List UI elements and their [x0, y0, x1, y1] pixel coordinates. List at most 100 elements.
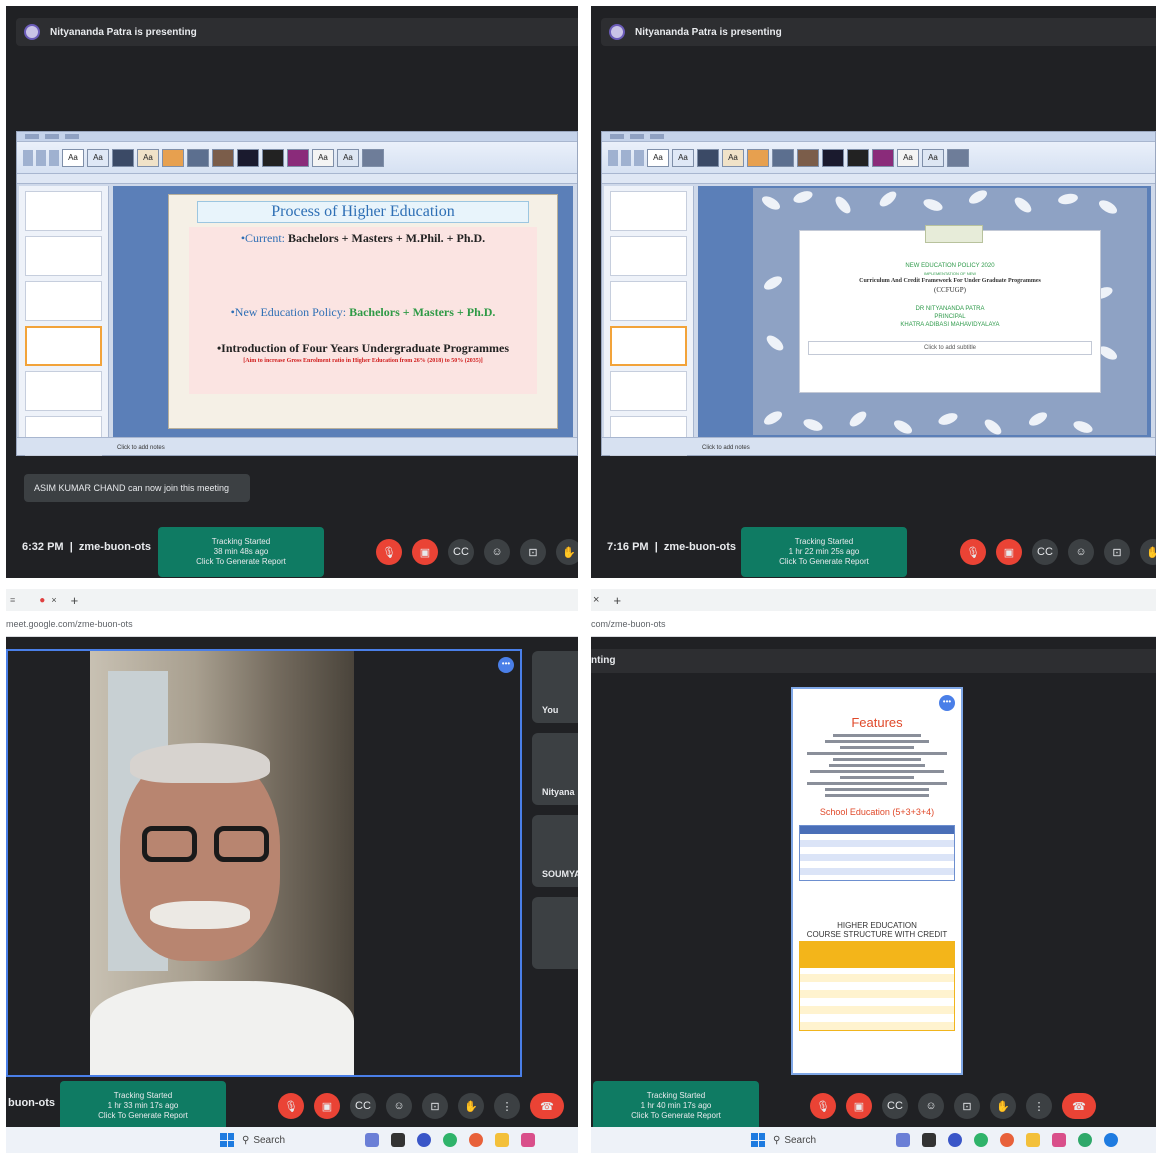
ppt-quick-access: [602, 132, 1155, 142]
presenter-avatar: [609, 24, 625, 40]
more-vert-icon[interactable]: ⋮: [494, 1093, 520, 1119]
taskbar-app-icon[interactable]: [974, 1133, 989, 1147]
tracking-report-button[interactable]: Tracking Started 1 hr 33 min 17s ago Click…: [60, 1081, 226, 1131]
taskbar-app-icon[interactable]: [1026, 1133, 1041, 1147]
mic-off-icon[interactable]: 🎙: [278, 1093, 304, 1119]
present-screen-icon[interactable]: ⊡: [520, 539, 546, 565]
ppt-notes-placeholder[interactable]: Click to add notes: [117, 445, 165, 451]
tile-options-icon[interactable]: •••: [498, 657, 514, 673]
end-call-icon[interactable]: ☎: [1062, 1093, 1096, 1119]
taskbar-app-icon[interactable]: [521, 1133, 536, 1147]
windows-start-icon[interactable]: [751, 1133, 765, 1147]
doc-heading-features: Features: [851, 715, 903, 730]
ppt-notes-placeholder[interactable]: Click to add notes: [702, 445, 750, 451]
present-screen-icon[interactable]: ⊡: [422, 1093, 448, 1119]
windows-start-icon[interactable]: [220, 1133, 234, 1147]
emoji-icon[interactable]: ☺: [484, 539, 510, 565]
participant-tile-4[interactable]: [532, 897, 578, 969]
presenter-text: Nityananda Patra is presenting: [50, 26, 197, 38]
search-icon[interactable]: ⚲: [242, 1135, 249, 1146]
taskbar-app-icon[interactable]: [1000, 1133, 1015, 1147]
taskbar-app-icon[interactable]: [1052, 1133, 1067, 1147]
taskbar-app-icon[interactable]: [1104, 1133, 1119, 1147]
mic-off-icon[interactable]: 🎙: [810, 1093, 836, 1119]
camera-off-icon[interactable]: ▣: [412, 539, 438, 565]
present-screen-icon[interactable]: ⊡: [1104, 539, 1130, 565]
camera-off-icon[interactable]: ▣: [846, 1093, 872, 1119]
presenter-banner: Nityananda Patra is presenting: [601, 18, 1156, 46]
emoji-icon[interactable]: ☺: [386, 1093, 412, 1119]
slide-line-3: Curriculum And Credit Framework For Unde…: [859, 278, 1041, 284]
captions-icon[interactable]: CC: [350, 1093, 376, 1119]
raise-hand-icon[interactable]: ✋: [458, 1093, 484, 1119]
ppt-quick-access: [17, 132, 577, 142]
captions-icon[interactable]: CC: [448, 539, 474, 565]
taskbar-app-icon[interactable]: [365, 1133, 380, 1147]
shared-powerpoint-window: Aa Aa Aa Aa Aa Process of Higher Educati…: [16, 131, 578, 456]
tab-close-icon[interactable]: ×: [593, 594, 599, 606]
meet-screenshot-2: Nityananda Patra is presenting Aa Aa Aa …: [591, 6, 1156, 578]
new-tab-icon[interactable]: +: [613, 593, 621, 608]
address-bar[interactable]: com/zme-buon-ots: [591, 611, 1156, 637]
taskbar-app-icon[interactable]: [391, 1133, 406, 1147]
participant-tile-2[interactable]: Nityana: [532, 733, 578, 805]
taskbar-app-icon[interactable]: [896, 1133, 911, 1147]
end-call-icon[interactable]: ☎: [530, 1093, 564, 1119]
new-tab-icon[interactable]: +: [71, 593, 79, 608]
address-bar[interactable]: meet.google.com/zme-buon-ots: [6, 611, 578, 637]
slide-line-4: (CCFUGP): [934, 286, 966, 294]
join-notification: ASIM KUMAR CHAND can now join this meeti…: [24, 474, 250, 502]
meet-controls: 🎙 ▣ CC ☺ ⊡ ✋ ⋮ ☎: [810, 1093, 1096, 1119]
mic-off-icon[interactable]: 🎙: [376, 539, 402, 565]
captions-icon[interactable]: CC: [882, 1093, 908, 1119]
slide-intro-line: •Introduction of Four Years Undergraduat…: [216, 341, 510, 355]
windows-taskbar: ⚲ Search: [591, 1127, 1156, 1153]
tile-options-icon[interactable]: •••: [939, 695, 955, 711]
slide-title-placeholder: [925, 225, 983, 243]
taskbar-app-icon[interactable]: [922, 1133, 937, 1147]
raise-hand-icon[interactable]: ✋: [556, 539, 578, 565]
slide-content-box: •Current: Bachelors + Masters + M.Phil. …: [189, 227, 537, 394]
main-video-tile: •••: [6, 649, 522, 1077]
tracking-report-button[interactable]: Tracking Started 1 hr 22 min 25s ago Click…: [741, 527, 907, 577]
doc-school-table: [799, 825, 955, 881]
tab-close-icon[interactable]: ×: [51, 595, 56, 605]
taskbar-app-icon[interactable]: [495, 1133, 510, 1147]
ppt-ribbon-labels: [602, 174, 1155, 184]
taskbar-app-icon[interactable]: [1078, 1133, 1093, 1147]
taskbar-app-icon[interactable]: [417, 1133, 432, 1147]
ppt-ribbon: Aa Aa Aa Aa Aa: [17, 142, 577, 174]
camera-off-icon[interactable]: ▣: [996, 539, 1022, 565]
ppt-slide-thumbnails[interactable]: [604, 186, 694, 456]
meet-controls: 🎙 ▣ CC ☺ ⊡ ✋: [376, 539, 578, 565]
ppt-ribbon: Aa Aa Aa Aa Aa: [602, 142, 1155, 174]
more-vert-icon[interactable]: ⋮: [1026, 1093, 1052, 1119]
presenter-avatar: [24, 24, 40, 40]
raise-hand-icon[interactable]: ✋: [1140, 539, 1156, 565]
tracking-report-button[interactable]: Tracking Started 1 hr 40 min 17s ago Click…: [593, 1081, 759, 1131]
slide-subtitle-placeholder[interactable]: Click to add subtitle: [808, 341, 1092, 355]
taskbar-app-icon[interactable]: [443, 1133, 458, 1147]
slide-line-2: IMPLEMENTATION OF NEW: [923, 271, 977, 276]
doc-feature-bullets: [803, 734, 951, 797]
participant-tile-you[interactable]: You: [532, 651, 578, 723]
tracking-report-button[interactable]: Tracking Started 38 min 48s ago Click To G…: [158, 527, 324, 577]
slide-title-card: NEW EDUCATION POLICY 2020 IMPLEMENTATION…: [799, 225, 1101, 393]
participant-tile-3[interactable]: SOUMYA: [532, 815, 578, 887]
emoji-icon[interactable]: ☺: [918, 1093, 944, 1119]
emoji-icon[interactable]: ☺: [1068, 539, 1094, 565]
mic-off-icon[interactable]: 🎙: [960, 539, 986, 565]
tab-fragment[interactable]: ≡: [10, 595, 15, 605]
present-screen-icon[interactable]: ⊡: [954, 1093, 980, 1119]
search-icon[interactable]: ⚲: [773, 1135, 780, 1146]
ppt-slide-thumbnails[interactable]: [19, 186, 109, 456]
raise-hand-icon[interactable]: ✋: [990, 1093, 1016, 1119]
taskbar-search[interactable]: Search: [253, 1135, 285, 1146]
captions-icon[interactable]: CC: [1032, 539, 1058, 565]
taskbar-app-icon[interactable]: [469, 1133, 484, 1147]
glasses: [142, 826, 282, 866]
camera-off-icon[interactable]: ▣: [314, 1093, 340, 1119]
meeting-time-code: 7:16 PM | zme-buon-ots: [607, 541, 736, 553]
taskbar-search[interactable]: Search: [784, 1135, 816, 1146]
taskbar-app-icon[interactable]: [948, 1133, 963, 1147]
